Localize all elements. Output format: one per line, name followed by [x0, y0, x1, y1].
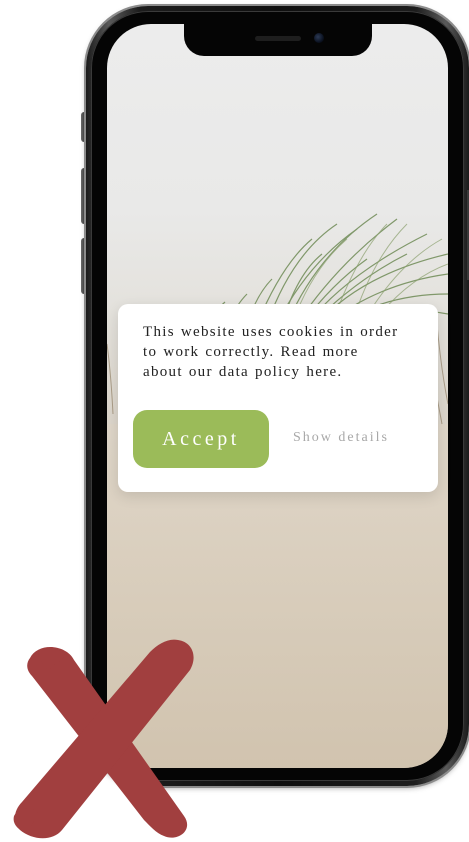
phone-speaker — [255, 36, 301, 41]
accept-cookies-button[interactable]: Accept — [133, 410, 269, 468]
cookie-message: This website uses cookies in order to wo… — [143, 324, 399, 380]
cookie-consent-dialog: This website uses cookies in order to wo… — [118, 304, 438, 492]
show-details-link[interactable]: Show details — [293, 430, 413, 446]
cross-mark-icon — [13, 639, 194, 839]
mockup-stage: This website uses cookies in order to wo… — [0, 0, 469, 842]
front-camera — [314, 33, 324, 43]
